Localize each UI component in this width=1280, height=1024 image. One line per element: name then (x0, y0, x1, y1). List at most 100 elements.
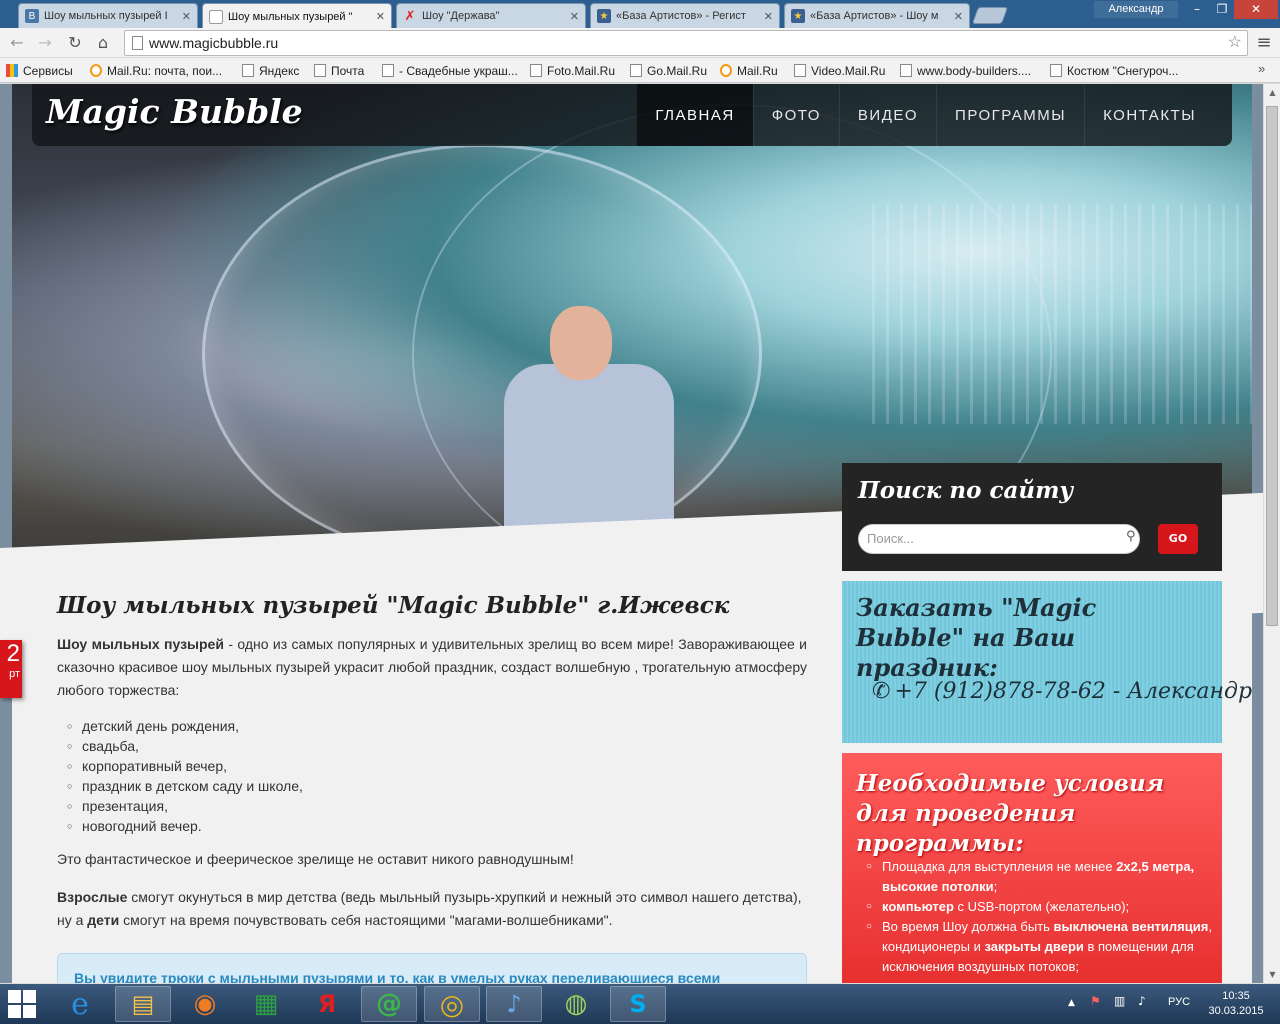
tab-5[interactable]: ★ «База Артистов» - Шоу м ✕ (784, 3, 970, 28)
tray-flag-icon[interactable]: ⚑ (1090, 994, 1101, 1008)
bookmark-costume[interactable]: Костюм "Снегуроч... (1050, 62, 1178, 79)
minimize-button[interactable]: – (1184, 0, 1210, 19)
tray-volume-icon[interactable]: ♪ (1138, 994, 1146, 1008)
url-text: www.magicbubble.ru (149, 35, 279, 51)
date-badge-day: 2 (6, 640, 20, 667)
intro-bold: Шоу мыльных пузырей (57, 636, 224, 652)
order-phone-text: +7 (912)878-78-62 - Александр (894, 679, 1253, 704)
windows-start-button[interactable] (8, 990, 38, 1018)
mailru-icon (90, 64, 102, 77)
close-icon[interactable]: ✕ (764, 10, 773, 23)
home-button[interactable]: ⌂ (92, 32, 114, 54)
tab-4[interactable]: ★ «База Артистов» - Регист ✕ (590, 3, 780, 28)
search-icon[interactable]: ⚲ (1126, 529, 1136, 544)
tray-expand-icon[interactable]: ▲ (1068, 998, 1075, 1008)
nav-video[interactable]: ВИДЕО (838, 84, 936, 146)
firefox-icon[interactable]: ◉ (177, 986, 233, 1022)
condition-bold: выключена вентиляция (1053, 919, 1209, 934)
mail-agent-icon[interactable]: @ (361, 986, 417, 1022)
scroll-up-arrow-icon[interactable]: ▲ (1264, 84, 1280, 101)
ie-icon[interactable]: e (52, 986, 108, 1022)
close-window-button[interactable]: ✕ (1234, 0, 1278, 19)
bookmark-label: Foto.Mail.Ru (547, 63, 616, 78)
tab-title: «База Артистов» - Шоу м (810, 10, 939, 22)
bookmarks-overflow-button[interactable]: » (1258, 61, 1265, 76)
bookmark-video-mail[interactable]: Video.Mail.Ru (794, 62, 885, 79)
reload-button[interactable]: ↻ (64, 32, 86, 54)
article-intro: Шоу мыльных пузырей - одно из самых попу… (57, 633, 807, 702)
date-badge-month: рт (9, 668, 20, 680)
tray-clock[interactable]: 10:35 30.03.2015 (1206, 989, 1266, 1019)
nav-programs[interactable]: ПРОГРАММЫ (936, 84, 1084, 146)
address-bar[interactable]: www.magicbubble.ru ☆ (124, 30, 1248, 56)
tray-language[interactable]: РУС (1168, 996, 1190, 1008)
skype-icon[interactable]: S (610, 986, 666, 1022)
condition-bold: закрыты двери (984, 939, 1084, 954)
tab-strip: В Шоу мыльных пузырей I ✕ Шоу мыльных пу… (0, 0, 1280, 29)
page-title: Шоу мыльных пузырей "Magic Bubble" г.Иже… (57, 592, 730, 619)
tab-3[interactable]: ✗ Шоу "Держава" ✕ (396, 3, 586, 28)
tab-2-active[interactable]: Шоу мыльных пузырей " ✕ (202, 3, 392, 29)
search-input[interactable]: Поиск... (858, 524, 1140, 554)
order-phone[interactable]: ✆ +7 (912)878-78-62 - Александр (872, 679, 1252, 704)
nav-home[interactable]: ГЛАВНАЯ (636, 84, 753, 146)
bookmark-pochta[interactable]: Почта (314, 62, 364, 79)
store-icon[interactable]: ▦ (238, 986, 294, 1022)
profile-user-label[interactable]: Александр (1094, 1, 1178, 18)
bookmark-body-builders[interactable]: www.body-builders.... (900, 62, 1031, 79)
forward-button[interactable]: → (34, 32, 56, 54)
nav-contacts[interactable]: КОНТАКТЫ (1084, 84, 1214, 146)
bookmark-mailru[interactable]: Mail.Ru (720, 62, 778, 79)
page-icon (630, 64, 642, 77)
tab-title: «База Артистов» - Регист (616, 10, 746, 22)
tab-1[interactable]: В Шоу мыльных пузырей I ✕ (18, 3, 198, 28)
p3-bold-adults: Взрослые (57, 889, 128, 905)
bookmark-star-icon[interactable]: ☆ (1228, 31, 1242, 55)
bookmark-label: www.body-builders.... (917, 63, 1032, 78)
explorer-icon[interactable]: ▤ (115, 986, 171, 1022)
back-button[interactable]: ← (6, 32, 28, 54)
list-item: праздник в детском саду и школе, (67, 776, 807, 796)
occasions-list: детский день рождения, свадьба, корпорат… (67, 716, 807, 836)
close-icon[interactable]: ✕ (376, 10, 385, 23)
bookmark-services[interactable]: Сервисы (6, 62, 73, 79)
scroll-down-arrow-icon[interactable]: ▼ (1264, 966, 1280, 983)
page-scrollbar[interactable]: ▲ ▼ (1263, 84, 1280, 983)
list-item: детский день рождения, (67, 716, 807, 736)
yandex-icon[interactable]: Я (299, 986, 355, 1022)
bookmarks-bar: Сервисы Mail.Ru: почта, пои... Яндекс По… (0, 58, 1280, 83)
tray-network-icon[interactable]: ▥ (1114, 994, 1125, 1008)
conditions-title: Необходимые условия для проведения прогр… (856, 770, 1165, 857)
menu-icon[interactable]: ≡ (1254, 32, 1274, 54)
star-icon: ★ (791, 9, 805, 23)
globe-app-icon[interactable]: ◍ (548, 986, 604, 1022)
bookmark-go-mail[interactable]: Go.Mail.Ru (630, 62, 707, 79)
chrome-icon[interactable]: ◎ (424, 986, 480, 1022)
page-viewport: Magic Bubble ГЛАВНАЯ ФОТО ВИДЕО ПРОГРАММ… (0, 84, 1263, 983)
close-icon[interactable]: ✕ (570, 10, 579, 23)
bookmark-yandex[interactable]: Яндекс (242, 62, 299, 79)
close-icon[interactable]: ✕ (954, 10, 963, 23)
page-icon (242, 64, 254, 77)
new-tab-button[interactable] (971, 7, 1009, 24)
list-item: компьютер с USB-портом (желательно); (864, 897, 1214, 917)
nav-photo[interactable]: ФОТО (752, 84, 839, 146)
bookmark-foto-mail[interactable]: Foto.Mail.Ru (530, 62, 615, 79)
volume-app-icon[interactable]: ♪ (486, 986, 542, 1022)
close-icon[interactable]: ✕ (182, 10, 191, 23)
page-icon (209, 9, 223, 24)
tab-title: Шоу мыльных пузырей " (228, 10, 353, 23)
search-go-button[interactable]: GO (1158, 524, 1198, 554)
article-paragraph-2: Это фантастическое и феерическое зрелище… (57, 851, 574, 867)
tab-title: Шоу мыльных пузырей I (44, 10, 168, 22)
restore-button[interactable]: ❐ (1210, 0, 1234, 19)
page-icon (794, 64, 806, 77)
bookmark-wedding[interactable]: - Свадебные украш... (382, 62, 518, 79)
scroll-thumb[interactable] (1266, 106, 1278, 626)
main-nav: ГЛАВНАЯ ФОТО ВИДЕО ПРОГРАММЫ КОНТАКТЫ (636, 84, 1214, 146)
bookmark-mailru-search[interactable]: Mail.Ru: почта, пои... (90, 62, 222, 79)
page-icon (1050, 64, 1062, 77)
windows-taskbar: e ▤ ◉ ▦ Я @ ◎ ♪ ◍ S ▲ ⚑ ▥ ♪ РУС 10:35 30… (0, 984, 1280, 1024)
tab-title: Шоу "Держава" (422, 10, 500, 22)
site-logo[interactable]: Magic Bubble (46, 92, 303, 131)
